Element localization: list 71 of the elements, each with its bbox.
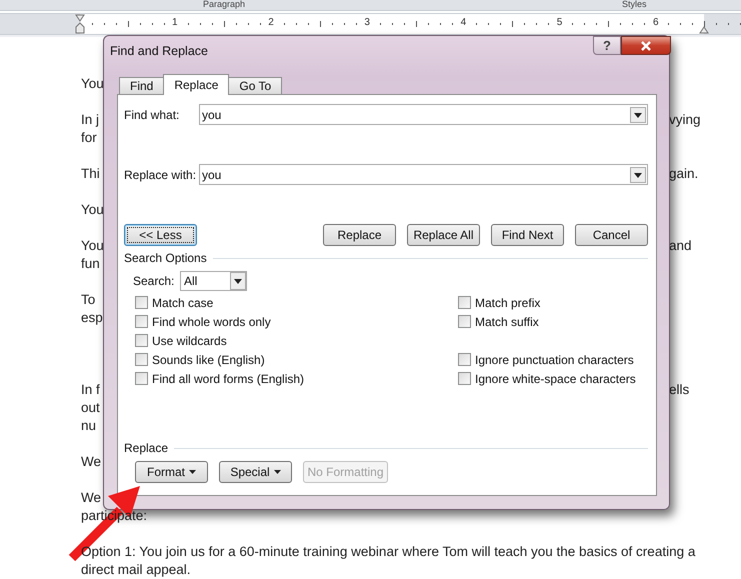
menu-button[interactable]: Special <box>219 461 292 483</box>
checkbox[interactable] <box>135 353 148 366</box>
checkbox[interactable] <box>135 334 148 347</box>
checkbox-option[interactable]: Match suffix <box>458 312 636 331</box>
checkbox-option[interactable]: Find all word forms (English) <box>135 369 458 388</box>
close-icon <box>640 40 652 50</box>
checkbox-option[interactable]: Match case <box>135 293 458 312</box>
checkbox[interactable] <box>458 296 471 309</box>
checkbox[interactable] <box>458 353 471 366</box>
indent-marker-icon[interactable] <box>699 26 709 34</box>
document-text: Option 1: You join us for a 60-minute training webinar where Tom will teach you the basics of creating a <box>81 543 696 561</box>
ruler-number: 1 <box>172 17 178 29</box>
document-text: You <box>81 237 104 255</box>
document-text: In f <box>81 381 100 399</box>
field-label: Find what: <box>124 108 180 122</box>
field-label: Search: <box>133 274 176 288</box>
checkbox[interactable] <box>135 372 148 385</box>
document-text: In j <box>81 111 100 129</box>
checkbox[interactable] <box>135 296 148 309</box>
find-what-field[interactable]: you <box>199 104 648 125</box>
checkbox[interactable] <box>135 315 148 328</box>
document-text: You <box>81 75 104 93</box>
checkbox-option[interactable]: Ignore punctuation characters <box>458 350 636 369</box>
checkbox-option[interactable]: Match prefix <box>458 293 636 312</box>
ruler-number: 6 <box>653 17 659 29</box>
document-text: To <box>81 291 96 309</box>
checkbox[interactable] <box>458 372 471 385</box>
search-direction-select[interactable]: All <box>180 271 247 291</box>
ruler-number: 2 <box>268 17 274 29</box>
document-text: direct mail appeal. <box>81 561 191 579</box>
checkbox-option[interactable]: Use wildcards <box>135 331 458 350</box>
dialog-button[interactable]: Cancel <box>575 224 648 246</box>
document-text: gain. <box>669 165 698 183</box>
dialog-button[interactable]: Replace All <box>407 224 480 246</box>
document-text: and <box>669 237 692 255</box>
ruler-number: 5 <box>556 17 562 29</box>
section-heading: Search Options <box>124 251 207 265</box>
tab[interactable]: Go To <box>228 77 282 94</box>
document-text: for <box>81 129 97 147</box>
document-text: nu <box>81 417 96 435</box>
section-heading: Replace <box>124 441 168 455</box>
ruler-number: 3 <box>364 17 370 29</box>
document-text: We <box>81 489 102 507</box>
checkbox-option[interactable]: Sounds like (English) <box>135 350 458 369</box>
indent-marker-icon[interactable] <box>75 14 85 34</box>
ruler-number: 4 <box>460 17 466 29</box>
close-button[interactable] <box>621 36 671 55</box>
checkbox-option[interactable]: Ignore white-space characters <box>458 369 636 388</box>
ribbon-group-label: Paragraph <box>203 0 246 9</box>
document-text: ells <box>669 381 690 399</box>
help-button[interactable]: ? <box>593 36 621 55</box>
window-title: Find and Replace <box>110 44 208 58</box>
document-text: You <box>81 201 104 219</box>
document-text: out <box>81 399 100 417</box>
replace-with-field[interactable]: you <box>199 164 648 185</box>
field-label: Replace with: <box>124 168 198 182</box>
document-text: vying <box>669 111 701 129</box>
dialog-button[interactable]: Replace <box>323 224 396 246</box>
document-text: Thi <box>81 165 100 183</box>
ruler-margin <box>704 14 741 34</box>
menu-button[interactable]: Format <box>135 461 208 483</box>
tab[interactable]: Find <box>119 77 164 94</box>
checkbox-option[interactable]: Find whole words only <box>135 312 458 331</box>
checkbox[interactable] <box>458 315 471 328</box>
document-text: We <box>81 453 102 471</box>
ribbon-group-label: Styles <box>622 0 647 9</box>
document-text: fun <box>81 255 100 273</box>
less-button[interactable]: << Less <box>124 224 197 246</box>
document-text: esp <box>81 309 103 327</box>
dialog-button[interactable]: Find Next <box>491 224 564 246</box>
tab[interactable]: Replace <box>163 74 230 95</box>
